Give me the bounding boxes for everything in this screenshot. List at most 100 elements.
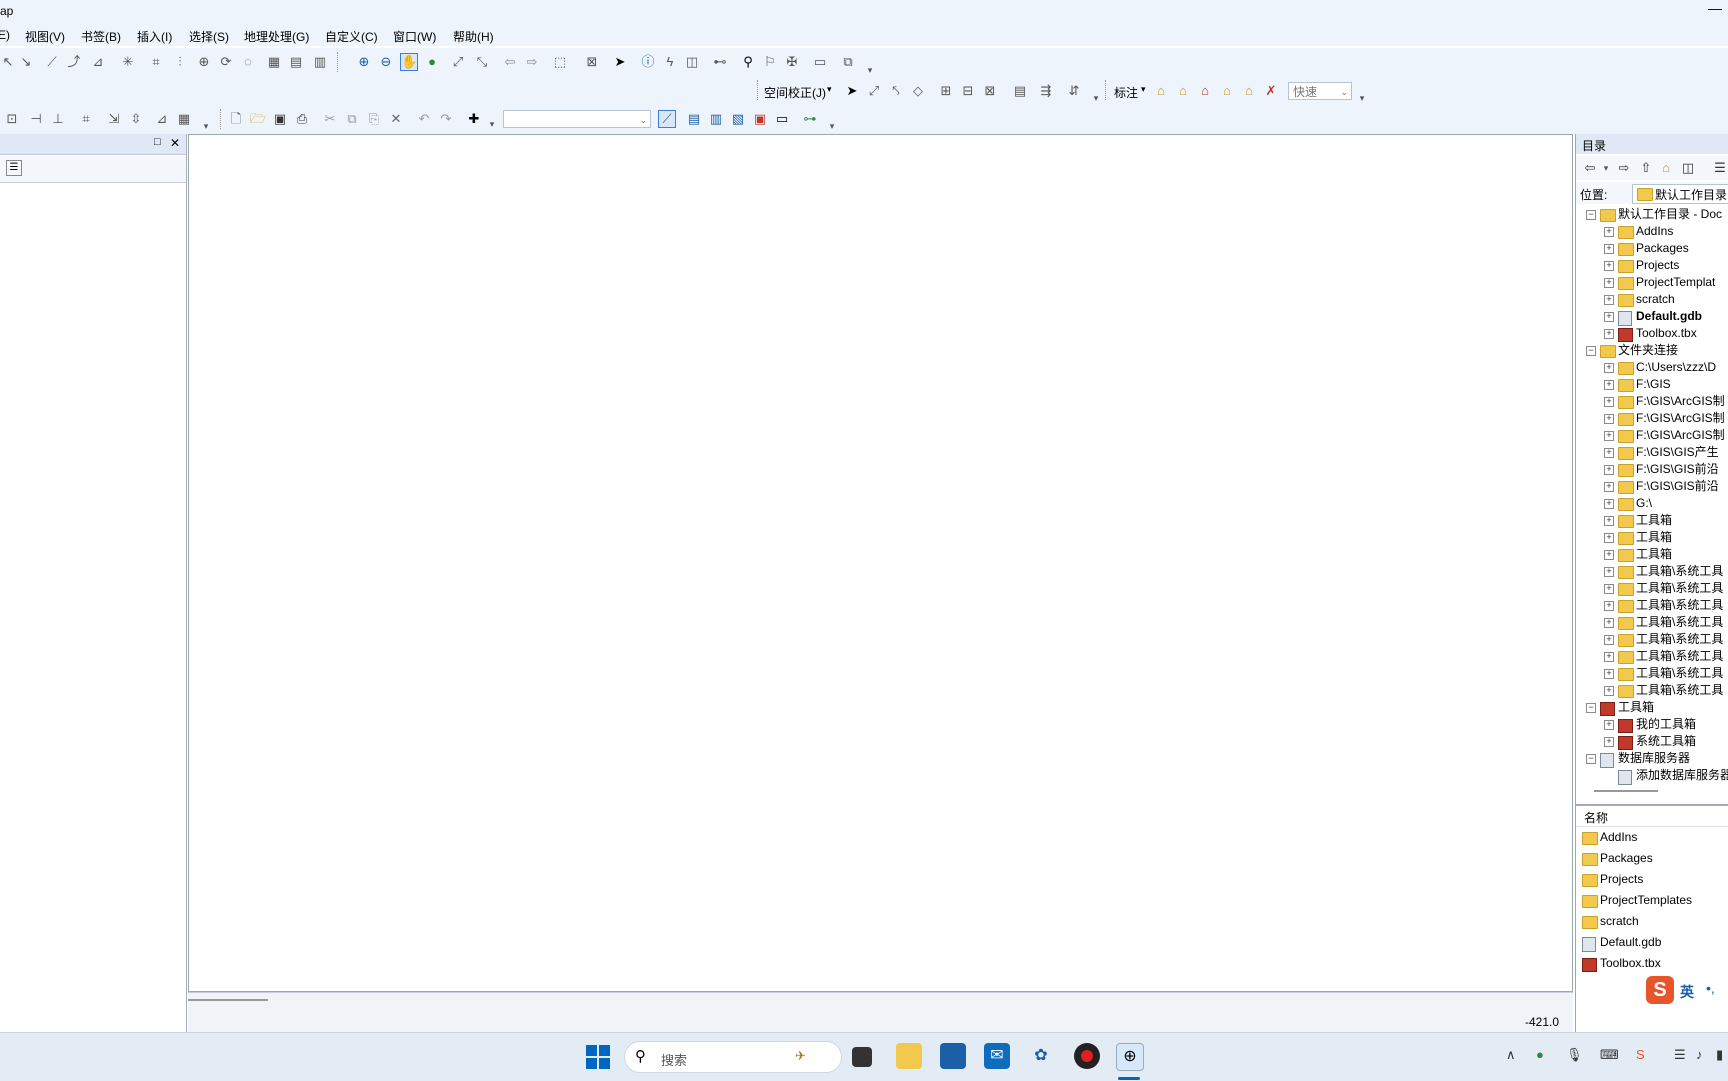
expand-icon[interactable]: + xyxy=(1604,329,1614,339)
undo-icon[interactable]: ↶ xyxy=(416,111,432,127)
app-cluster-icon[interactable]: ✿ xyxy=(1028,1043,1054,1069)
tree-item[interactable]: − 工具箱 xyxy=(1576,699,1728,716)
editor-menu-icon[interactable]: ▥ xyxy=(312,54,328,70)
menu-insert[interactable]: 插入(I) xyxy=(137,28,172,45)
tree-item[interactable]: + 工具箱\系统工具 xyxy=(1576,597,1728,614)
menu-geoprocessing[interactable]: 地理处理(G) xyxy=(244,28,309,45)
sketch-properties-icon[interactable]: ▦ xyxy=(266,54,282,70)
tree-item[interactable]: + F:\GIS\GIS产生 xyxy=(1576,444,1728,461)
recorder-icon[interactable] xyxy=(1074,1043,1100,1069)
tree-item[interactable]: + Default.gdb xyxy=(1576,308,1728,326)
viewer-window-icon[interactable]: ⧉ xyxy=(840,54,856,70)
table-of-contents-icon[interactable]: ▤ xyxy=(686,111,702,127)
edit-tool-icon[interactable]: ↖ xyxy=(0,54,16,70)
tree-item[interactable]: + F:\GIS xyxy=(1576,376,1728,393)
volume-icon[interactable]: ♪ xyxy=(1696,1047,1703,1062)
georef-fit-icon[interactable]: ⊣ xyxy=(28,111,44,127)
expand-icon[interactable]: + xyxy=(1604,601,1614,611)
tree-item[interactable]: + Packages xyxy=(1576,240,1728,257)
location-input[interactable]: 默认工作目录 xyxy=(1632,184,1728,204)
delete-icon[interactable]: ✕ xyxy=(388,111,404,127)
error-inspector-icon[interactable]: ⊿ xyxy=(154,111,170,127)
microphone-icon[interactable]: 🎙 xyxy=(1566,1047,1583,1063)
label-priority-icon[interactable]: ⌂ xyxy=(1197,83,1213,99)
map-display[interactable] xyxy=(188,134,1573,992)
time-slider-icon[interactable]: ▭ xyxy=(812,54,828,70)
multi-link-icon[interactable]: ◇ xyxy=(910,83,926,99)
expand-icon[interactable]: + xyxy=(1604,584,1614,594)
expand-icon[interactable]: + xyxy=(1604,533,1614,543)
tree-item[interactable]: + F:\GIS\ArcGIS制 xyxy=(1576,393,1728,410)
search-window-icon[interactable]: ▧ xyxy=(730,111,746,127)
menu-view[interactable]: 视图(V) xyxy=(25,28,65,45)
expand-icon[interactable]: + xyxy=(1604,414,1614,424)
catalog-window-icon[interactable]: ▥ xyxy=(708,111,724,127)
hyperlink-icon[interactable]: ϟ xyxy=(662,54,678,70)
vertex-tool-icon[interactable]: ✳ xyxy=(120,54,136,70)
expand-icon[interactable]: + xyxy=(1604,499,1614,509)
tree-scrollbar[interactable] xyxy=(1594,790,1658,792)
tree-item[interactable]: + 系统工具箱 xyxy=(1576,733,1728,750)
polygon-tool-icon[interactable]: ⊿ xyxy=(90,54,106,70)
taskbar-search[interactable]: ⚲ 搜索 ✈ xyxy=(624,1041,842,1073)
wifi-icon[interactable]: ☰ xyxy=(1674,1047,1686,1063)
reshape-tool-icon[interactable]: ⌗ xyxy=(148,54,164,70)
expand-icon[interactable]: + xyxy=(1604,482,1614,492)
show-hidden-icons-icon[interactable]: ∧ xyxy=(1506,1047,1516,1063)
sogou-tray-icon[interactable]: S xyxy=(1636,1047,1645,1062)
map-scale-combo[interactable]: ⌄ xyxy=(503,110,651,128)
pause-labeling-icon[interactable]: ⌂ xyxy=(1241,83,1257,99)
expand-icon[interactable]: + xyxy=(1604,686,1614,696)
copy-icon[interactable]: ⧉ xyxy=(344,111,360,127)
expand-icon[interactable]: + xyxy=(1604,567,1614,577)
battery-icon[interactable]: ▮ xyxy=(1716,1047,1723,1063)
menu-customize[interactable]: 自定义(C) xyxy=(325,28,378,45)
restore-button[interactable]: □ xyxy=(154,136,161,148)
tree-item[interactable]: + 工具箱\系统工具 xyxy=(1576,580,1728,597)
attribute-transfer-icon[interactable]: ⇶ xyxy=(1038,83,1054,99)
view-link-table-icon[interactable]: ▤ xyxy=(1012,83,1028,99)
measure-icon[interactable]: ⊷ xyxy=(712,54,728,70)
select-elements-icon[interactable]: ➤ xyxy=(844,83,860,99)
tree-item[interactable]: + F:\GIS\ArcGIS制 xyxy=(1576,427,1728,444)
open-icon[interactable]: 🗁 xyxy=(250,111,266,127)
up-one-level-icon[interactable]: ⇧ xyxy=(1638,160,1654,176)
split-tool-icon[interactable]: ⫶ xyxy=(172,54,188,70)
tree-item[interactable]: − 数据库服务器 xyxy=(1576,750,1728,768)
python-window-icon[interactable]: ▭ xyxy=(774,111,790,127)
tree-item[interactable]: + 我的工具箱 xyxy=(1576,716,1728,733)
expand-icon[interactable]: + xyxy=(1604,516,1614,526)
tree-item[interactable]: + 工具箱 xyxy=(1576,529,1728,546)
expand-icon[interactable]: + xyxy=(1604,448,1614,458)
close-button[interactable]: ✕ xyxy=(170,136,180,150)
curve-tool-icon[interactable]: ⤴ xyxy=(66,54,82,70)
expand-icon[interactable]: + xyxy=(1604,278,1614,288)
menu-selection[interactable]: 选择(S) xyxy=(189,28,229,45)
expand-icon[interactable]: + xyxy=(1604,363,1614,373)
expand-icon[interactable]: + xyxy=(1604,431,1614,441)
paste-icon[interactable]: ⎘ xyxy=(366,111,382,127)
ime-extra[interactable]: •, xyxy=(1706,980,1715,996)
chevron-down-icon[interactable]: ▾ xyxy=(1141,84,1146,95)
windows-start-icon[interactable] xyxy=(586,1045,610,1069)
find-route-icon[interactable]: ⚐ xyxy=(762,54,778,70)
topology-edit-icon[interactable]: ⇲ xyxy=(106,111,122,127)
create-features-icon[interactable]: ▤ xyxy=(288,54,304,70)
spatial-adjust-menu[interactable]: 空间校正(J) xyxy=(764,84,826,101)
expand-icon[interactable]: + xyxy=(1604,635,1614,645)
clear-links-icon[interactable]: ⊠ xyxy=(982,83,998,99)
label-manager-icon[interactable]: ⌂ xyxy=(1153,83,1169,99)
arcmap-icon[interactable]: ⊕ xyxy=(1116,1043,1144,1071)
tree-item[interactable]: + Toolbox.tbx xyxy=(1576,325,1728,342)
keyboard-icon[interactable]: ⌨ xyxy=(1600,1047,1619,1063)
zoom-in-icon[interactable]: ⊕ xyxy=(356,54,372,70)
editor-toolbar-icon[interactable]: ⟋ xyxy=(658,110,676,128)
identity-link-icon[interactable]: ⊞ xyxy=(938,83,954,99)
save-icon[interactable]: ▣ xyxy=(272,111,288,127)
tree-item[interactable]: + Projects xyxy=(1576,257,1728,274)
tree-item[interactable]: − 默认工作目录 - Doc xyxy=(1576,206,1728,223)
chevron-down-icon[interactable]: ▾ xyxy=(484,116,500,132)
menu-edit[interactable]: E) xyxy=(0,28,10,42)
ime-language[interactable]: 英 xyxy=(1680,982,1694,1002)
validate-icon[interactable]: ⇳ xyxy=(128,111,144,127)
